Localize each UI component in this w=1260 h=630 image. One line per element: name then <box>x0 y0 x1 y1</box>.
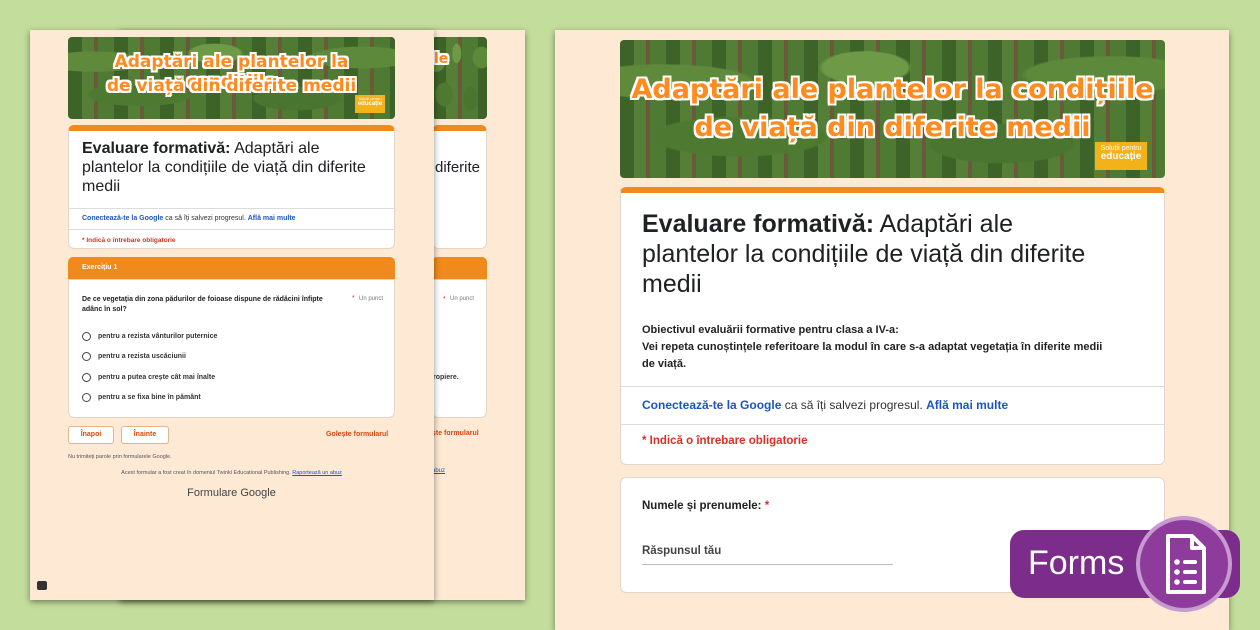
points-required-star: * <box>352 295 355 302</box>
main-brand-bottom: educație <box>1100 151 1142 163</box>
objective-line3: de viață. <box>642 358 687 371</box>
back-points-star: * <box>443 296 446 303</box>
option-4-label[interactable]: pentru a se fixa bine în pământ <box>98 394 201 401</box>
small-title-line3: medii <box>82 178 121 196</box>
option-2-radio[interactable] <box>82 352 91 361</box>
small-brand-bottom: educație <box>357 101 383 108</box>
small-signin-line: Conectează-te la Google ca să îți salvez… <box>82 215 296 222</box>
main-title-rest: Adaptări ale <box>874 210 1014 238</box>
main-banner-title-line1: Adaptări ale plantelor la condițiile <box>631 74 1154 105</box>
option-3-radio[interactable] <box>82 373 91 382</box>
back-points: Un punct <box>450 296 475 302</box>
option-3-label[interactable]: pentru a putea crește cât mai înalte <box>98 374 215 381</box>
question-card: De ce vegetația din zona pădurilor de fo… <box>68 279 395 418</box>
option-2-label[interactable]: pentru a rezista uscăciunii <box>98 353 186 360</box>
back-button[interactable]: Înapoi <box>68 426 114 444</box>
main-signin-line: Conectează-te la Google ca să îți salvez… <box>642 398 1008 412</box>
small-learn-more-link[interactable]: Află mai multe <box>248 215 296 222</box>
feedback-icon[interactable] <box>37 581 47 590</box>
main-title-line2: plantelor la condițiile de viață din dif… <box>642 240 1086 268</box>
main-signin-link[interactable]: Conectează-te la Google <box>642 398 781 412</box>
section-header: Exercițiu 1 <box>68 257 395 279</box>
question-line2: adânc în sol? <box>82 306 127 314</box>
back-title-fragment: diferite <box>435 159 481 176</box>
small-title-rest: Adaptări ale <box>230 140 320 157</box>
section-title: Exercițiu 1 <box>82 264 118 271</box>
main-signin-text: ca să îți salvezi progresul. <box>781 398 927 412</box>
back-title-card: diferite <box>432 125 487 249</box>
back-banner: le <box>432 37 487 119</box>
name-required-star: * <box>764 500 770 512</box>
form-objective: Obiectivul evaluării formative pentru cl… <box>642 322 1157 373</box>
clear-form-link[interactable]: Golește formularul <box>326 431 388 438</box>
small-title-card: Evaluare formativă: Adaptări ale plantel… <box>68 125 395 249</box>
report-abuse-link[interactable]: Raportează un abuz <box>292 470 342 476</box>
created-by-note: Acest formular a fost creat în domeniul … <box>68 470 395 476</box>
created-by-text: Acest formular a fost creat în domeniul … <box>121 470 293 476</box>
small-divider-2 <box>69 229 394 230</box>
small-signin-link[interactable]: Conectează-te la Google <box>82 215 163 222</box>
main-title-bold: Evaluare formativă: <box>642 210 875 238</box>
back-section-bar <box>432 257 487 279</box>
name-label-text: Numele și prenumele: <box>642 500 762 512</box>
question-text: De ce vegetația din zona pădurilor de fo… <box>82 295 342 315</box>
main-banner-title-line2: de viață din diferite medii <box>694 112 1091 143</box>
never-submit-passwords: Nu trimiteți parole prin formularele Goo… <box>68 454 172 460</box>
small-title-bold: Evaluare formativă: <box>82 140 231 157</box>
main-learn-more-link[interactable]: Află mai multe <box>926 398 1008 412</box>
main-form-title: Evaluare formativă: Adaptări ale plantel… <box>642 209 1157 299</box>
option-4-radio[interactable] <box>82 393 91 402</box>
main-title-card: Evaluare formativă: Adaptări ale plantel… <box>620 187 1165 465</box>
option-1-label[interactable]: pentru a rezista vânturilor puternice <box>98 333 217 340</box>
back-clear-form[interactable]: ște formularul <box>432 430 479 437</box>
objective-line1: Obiectivul evaluării formative pentru cl… <box>642 324 899 336</box>
main-required-note: * Indică o întrebare obligatorie <box>642 435 808 447</box>
small-required-note: * Indică o întrebare obligatorie <box>82 237 176 244</box>
main-divider-1 <box>621 386 1164 387</box>
small-brand-logo: Soluții pentru educație <box>355 95 385 113</box>
back-banner-title: le <box>434 51 449 67</box>
question-points: Un punct <box>359 296 384 302</box>
back-option-fragment: ropiere. <box>433 374 459 381</box>
next-button[interactable]: Înainte <box>121 426 169 444</box>
main-brand-logo: Soluții pentru educație <box>1095 142 1147 170</box>
main-title-line3: medii <box>642 270 702 298</box>
option-1-radio[interactable] <box>82 332 91 341</box>
small-banner-title-line2: de viață din diferite medii <box>106 76 357 96</box>
question-line1: De ce vegetația din zona pădurilor de fo… <box>82 296 323 303</box>
google-forms-icon <box>1136 516 1232 612</box>
google-forms-logo: Formulare Google <box>187 487 276 499</box>
small-signin-text: ca să îți salvezi progresul. <box>163 215 248 222</box>
small-divider-1 <box>69 208 394 209</box>
small-title-line2: plantelor la condițiile de viață din dif… <box>82 159 366 177</box>
small-form-title: Evaluare formativă: Adaptări ale plantel… <box>82 139 387 197</box>
name-answer-input[interactable]: Răspunsul tău <box>642 545 893 565</box>
forms-badge-label: Forms <box>1028 544 1125 582</box>
back-question-card: * Un punct ropiere. <box>432 279 487 418</box>
objective-line2: Vei repeta cunoștințele referitoare la m… <box>642 341 1103 354</box>
name-question-label: Numele și prenumele: * <box>642 500 769 512</box>
main-banner: Adaptări ale plantelor la condițiile de … <box>620 40 1165 178</box>
forms-document-icon <box>1166 534 1206 594</box>
small-banner: Adaptări ale plantelor la condițiile de … <box>68 37 395 119</box>
main-divider-2 <box>621 424 1164 425</box>
